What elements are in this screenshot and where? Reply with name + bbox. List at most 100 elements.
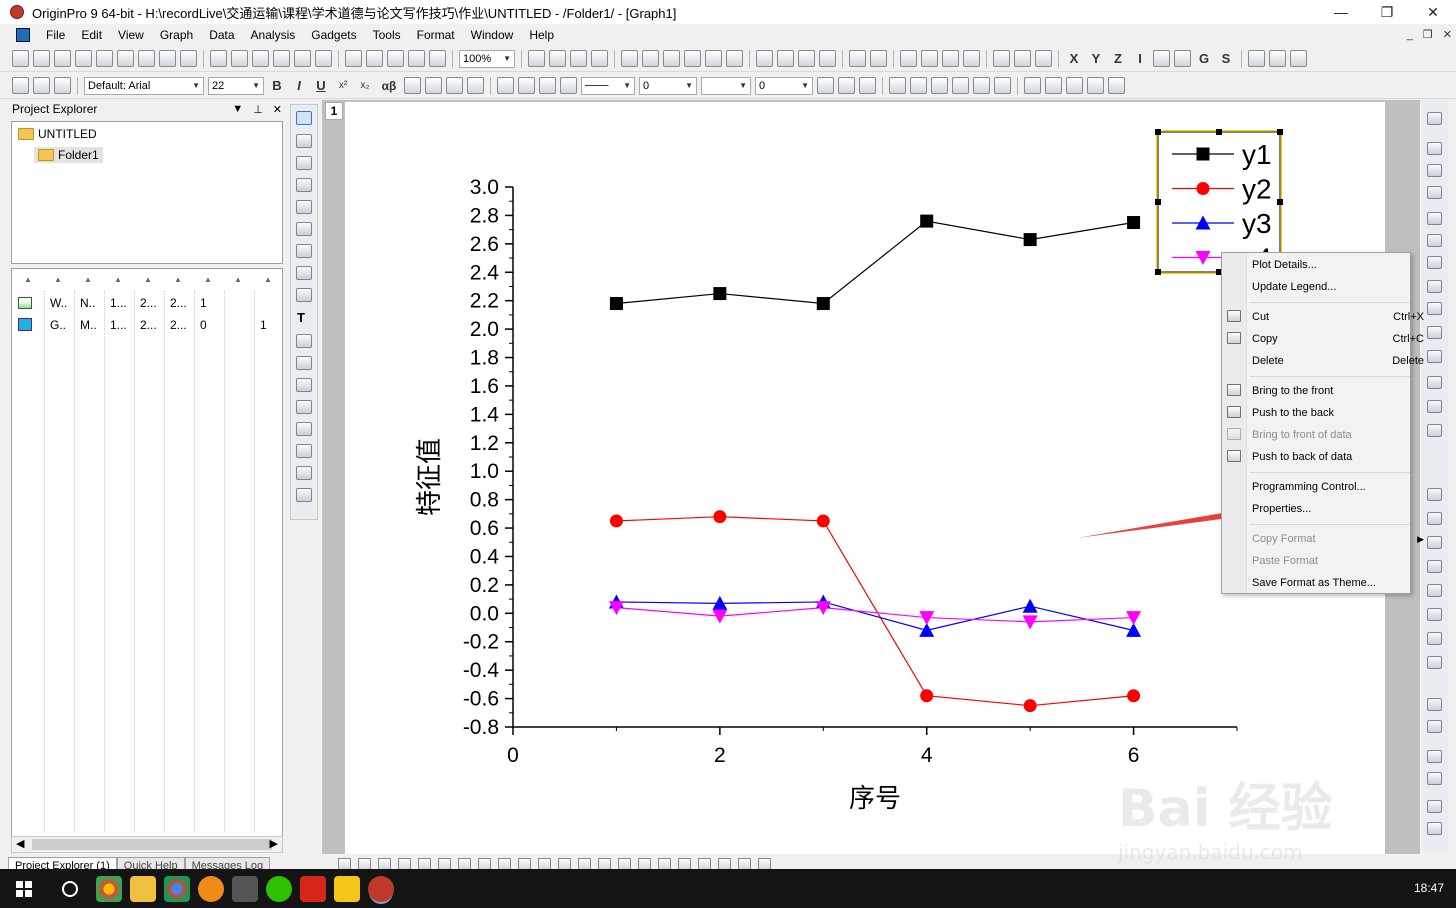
menu-delete[interactable]: Delete Delete [1252, 350, 1424, 372]
layout-icon[interactable] [1427, 164, 1442, 177]
color-scale-icon[interactable] [1427, 280, 1442, 293]
export-page-icon[interactable] [570, 50, 587, 67]
align-top-icon[interactable] [1427, 536, 1442, 549]
clear-filter-icon[interactable] [1014, 50, 1031, 67]
front-icon[interactable] [1427, 698, 1442, 711]
paste-icon[interactable] [54, 77, 71, 94]
scroll-thumb[interactable] [32, 839, 272, 850]
stacked-chart-icon[interactable] [942, 50, 959, 67]
set-subject-icon[interactable]: S [1217, 51, 1235, 66]
row-numbers-icon[interactable] [870, 50, 887, 67]
insert-object-icon[interactable] [296, 488, 312, 502]
set-x-icon[interactable]: X [1065, 51, 1083, 66]
new-project-icon[interactable] [12, 50, 29, 67]
cut-icon[interactable] [12, 77, 29, 94]
search-app-icon[interactable] [198, 875, 224, 902]
data-selector-icon[interactable] [296, 222, 312, 236]
distribute-icon[interactable] [1427, 608, 1442, 621]
bar-chart-icon[interactable] [921, 50, 938, 67]
menu-edit[interactable]: Edit [73, 24, 110, 46]
import-multiple-ascii-icon[interactable] [387, 50, 404, 67]
menu-programming-control[interactable]: Programming Control... [1252, 476, 1404, 498]
grid-icon[interactable] [1427, 234, 1442, 247]
menu-data[interactable]: Data [201, 24, 242, 46]
wechat-icon[interactable] [266, 875, 292, 902]
new-graph-icon[interactable] [96, 50, 113, 67]
subscript-button[interactable]: x₂ [356, 80, 374, 91]
decrease-font-icon[interactable] [425, 77, 442, 94]
shadow-icon[interactable] [838, 77, 855, 94]
table-icon[interactable] [1427, 424, 1442, 437]
column-chart-icon[interactable] [900, 50, 917, 67]
menu-plot-details[interactable]: Plot Details... [1252, 254, 1404, 276]
insert-table-icon[interactable] [296, 466, 312, 480]
file-explorer-icon[interactable] [130, 875, 156, 902]
screen-reader-icon[interactable] [296, 178, 312, 192]
rescale-icon[interactable] [1427, 112, 1442, 125]
pointer-tool-icon[interactable] [296, 111, 312, 125]
sort-arrow-icon[interactable]: ▲ [174, 275, 182, 284]
add-layer-icon[interactable] [1066, 77, 1083, 94]
menu-push-to-back-of-data[interactable]: Push to back of data [1252, 446, 1404, 468]
menu-graph[interactable]: Graph [152, 24, 201, 46]
tree-root[interactable]: UNTITLED [18, 127, 97, 141]
new-function-icon[interactable] [138, 50, 155, 67]
mdi-restore-button[interactable]: ❐ [1423, 24, 1433, 46]
pattern-icon[interactable] [518, 77, 535, 94]
hand-tool-icon[interactable] [296, 400, 312, 414]
set-y-icon[interactable]: Y [1087, 51, 1105, 66]
increase-font-icon[interactable] [404, 77, 421, 94]
scale-bar-icon[interactable] [1427, 302, 1442, 315]
draw-data-icon[interactable] [296, 266, 312, 280]
flip-icon[interactable] [1427, 822, 1442, 835]
menu-update-legend[interactable]: Update Legend... [1252, 276, 1404, 298]
command-window-icon[interactable] [726, 50, 743, 67]
horizontal-scrollbar[interactable]: ◀ ▶ [11, 836, 283, 853]
go-previous-icon[interactable] [1269, 50, 1286, 67]
code-builder-icon[interactable] [642, 50, 659, 67]
greek-button[interactable]: αβ [378, 79, 400, 93]
duplicate-icon[interactable] [621, 50, 638, 67]
pattern-select[interactable]: 0 ▼ [755, 76, 813, 95]
results-log-icon[interactable] [684, 50, 701, 67]
refresh-window-icon[interactable] [591, 50, 608, 67]
menu-push-to-back[interactable]: Push to the back [1252, 402, 1404, 424]
new-folder-icon[interactable] [33, 50, 50, 67]
scroll-right-icon[interactable]: ▶ [270, 837, 278, 850]
sort-arrow-icon[interactable]: ▲ [144, 275, 152, 284]
merge-graph-icon[interactable] [1024, 77, 1041, 94]
line-width-select[interactable]: 0 ▼ [639, 76, 697, 95]
go-next-icon[interactable] [1290, 50, 1307, 67]
start-button[interactable] [0, 869, 48, 908]
fill-color-icon[interactable] [497, 77, 514, 94]
set-z-icon[interactable]: Z [1109, 51, 1127, 66]
merge-icon[interactable] [910, 77, 927, 94]
project-explorer-icon[interactable] [663, 50, 680, 67]
remove-layer-icon[interactable] [1087, 77, 1104, 94]
menu-tools[interactable]: Tools [365, 24, 409, 46]
sort-arrow-icon[interactable]: ▲ [114, 275, 122, 284]
menu-format[interactable]: Format [409, 24, 463, 46]
menu-bring-to-front[interactable]: Bring to the front [1252, 380, 1404, 402]
statistics-icon[interactable] [777, 50, 794, 67]
italic-button[interactable]: I [290, 78, 308, 93]
split-graph-icon[interactable] [1045, 77, 1062, 94]
menu-view[interactable]: View [110, 24, 152, 46]
swap-icon[interactable] [973, 77, 990, 94]
insert-graph-icon[interactable] [296, 444, 312, 458]
line-tool-icon[interactable] [296, 356, 312, 370]
open-excel-icon[interactable] [252, 50, 269, 67]
mask-icon[interactable] [296, 244, 312, 258]
back-icon[interactable] [1427, 720, 1442, 733]
layer-icon[interactable] [1427, 142, 1442, 155]
add-column-icon[interactable] [756, 50, 773, 67]
data-reader-icon[interactable] [296, 200, 312, 214]
menu-save-format-as-theme[interactable]: Save Format as Theme... [1252, 572, 1404, 594]
table-format-icon[interactable] [859, 77, 876, 94]
histogram-icon[interactable] [963, 50, 980, 67]
sum-icon[interactable] [798, 50, 815, 67]
line-color-icon[interactable] [539, 77, 556, 94]
align-right-icon[interactable] [1427, 512, 1442, 525]
menu-copy-format[interactable]: Copy Format ▶ [1252, 528, 1424, 550]
same-width-icon[interactable] [1427, 772, 1442, 785]
